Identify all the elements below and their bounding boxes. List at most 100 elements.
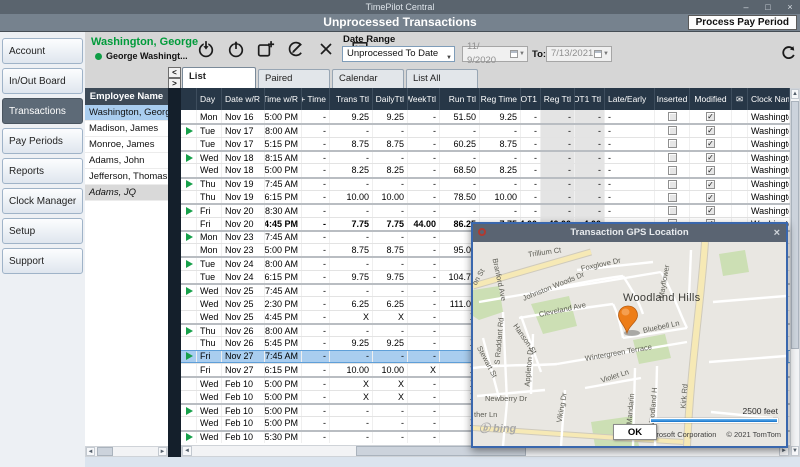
col-header-weekttl[interactable]: WeekTtl <box>408 88 440 110</box>
col-header-modified[interactable]: Modified <box>690 88 732 110</box>
col-header-late-early[interactable]: Late/Early <box>605 88 655 110</box>
sidebar-item-setup[interactable]: Setup <box>2 218 83 244</box>
transaction-row[interactable]: WedNov 188:15 AM----------✓Washington <box>181 150 790 163</box>
ok-button[interactable]: OK <box>613 424 657 440</box>
cell-date: Nov 23 <box>222 232 265 243</box>
transaction-row[interactable]: ThuNov 197:45 AM----------✓Washington <box>181 177 790 190</box>
delete-transaction-icon[interactable] <box>315 38 337 60</box>
tab-calendar[interactable]: Calendar <box>332 69 404 88</box>
col-header-time[interactable]: + Time <box>302 88 330 110</box>
inserted-checkbox[interactable] <box>668 206 677 215</box>
transaction-row[interactable]: ThuNov 196:15 PM-10.0010.00-78.5010.00--… <box>181 190 790 203</box>
modified-checkbox[interactable]: ✓ <box>706 112 715 121</box>
col-header-time-w-r[interactable]: Time w/R <box>265 88 302 110</box>
transaction-row[interactable]: TueNov 178:00 AM----------✓Washington <box>181 123 790 136</box>
cell-ot1ttl: - <box>575 191 605 203</box>
modified-checkbox[interactable]: ✓ <box>706 126 715 135</box>
inserted-checkbox[interactable] <box>668 166 677 175</box>
modified-checkbox[interactable]: ✓ <box>706 180 715 189</box>
tab-list[interactable]: List <box>182 67 256 88</box>
col-header-run-ttl[interactable]: Run Ttl <box>440 88 480 110</box>
cell-ot1ttl: - <box>575 152 605 163</box>
employee-row[interactable]: Washington, George <box>85 105 168 121</box>
collapse-panel-button[interactable]: < <box>168 67 181 78</box>
cell-clock: Washington <box>748 164 790 176</box>
col-header-date-w-r[interactable]: Date w/R <box>222 88 265 110</box>
cell-late: - <box>605 152 655 163</box>
scroll-left-icon[interactable]: ◄ <box>86 447 95 456</box>
sidebar-item-account[interactable]: Account <box>2 38 83 64</box>
col-header-marker[interactable] <box>181 88 197 110</box>
modified-checkbox[interactable]: ✓ <box>706 206 715 215</box>
tab-strip: ListPairedCalendarList All <box>182 66 480 88</box>
date-range-select[interactable]: Unprocessed To Date ▼ <box>342 46 455 62</box>
col-header-dailyttl[interactable]: DailyTtl <box>373 88 408 110</box>
modified-checkbox[interactable]: ✓ <box>706 153 715 162</box>
sidebar-item-reports[interactable]: Reports <box>2 158 83 184</box>
close-icon[interactable]: × <box>784 0 796 14</box>
employee-row[interactable]: Monroe, James <box>85 137 168 153</box>
gps-location-dialog: Transaction GPS Location × <box>471 222 788 448</box>
refresh-icon[interactable] <box>778 43 798 63</box>
date-to-field[interactable]: 7/13/2021 ▼ <box>546 46 612 62</box>
restore-icon[interactable]: □ <box>762 0 774 14</box>
tab-paired[interactable]: Paired <box>258 69 330 88</box>
edit-transaction-icon[interactable] <box>285 38 307 60</box>
employee-row[interactable]: Adams, John <box>85 153 168 169</box>
col-header-day[interactable]: Day <box>197 88 222 110</box>
col-header-clock-name[interactable]: Clock Name <box>748 88 790 110</box>
cell-day: Tue <box>197 258 222 269</box>
scrollbar-thumb[interactable] <box>97 447 113 456</box>
inserted-checkbox[interactable] <box>668 153 677 162</box>
transaction-row[interactable]: FriNov 208:30 AM----------✓Washington <box>181 203 790 216</box>
close-icon[interactable]: × <box>774 224 780 242</box>
clock-in-icon[interactable] <box>195 38 217 60</box>
chevron-down-icon: ▼ <box>519 47 525 61</box>
transaction-row[interactable]: WedNov 185:00 PM-8.258.25-68.508.25----✓… <box>181 163 790 176</box>
transaction-row[interactable]: MonNov 165:00 PM-9.259.25-51.509.25----✓… <box>181 110 790 123</box>
modified-checkbox[interactable]: ✓ <box>706 193 715 202</box>
col-header-reg-time[interactable]: Reg Time <box>480 88 521 110</box>
col-header-ot1[interactable]: OT1 <box>521 88 541 110</box>
scroll-left-icon[interactable]: ◄ <box>182 446 192 456</box>
col-header-reg-ttl[interactable]: Reg Ttl <box>541 88 575 110</box>
inserted-checkbox[interactable] <box>668 126 677 135</box>
table-vertical-scrollbar[interactable]: ▲ ▼ <box>790 88 800 457</box>
cell-daily: - <box>373 417 408 429</box>
scroll-down-icon[interactable]: ▼ <box>791 446 799 456</box>
tab-list-all[interactable]: List All <box>406 69 478 88</box>
sidebar-item-clock-manager[interactable]: Clock Manager <box>2 188 83 214</box>
employee-row[interactable]: Adams, JQ <box>85 185 168 201</box>
col-header-trans-ttl[interactable]: Trans Ttl <box>330 88 373 110</box>
panel-divider <box>168 88 181 457</box>
cell-trans: 8.75 <box>330 244 373 256</box>
sidebar-item-in-out-board[interactable]: In/Out Board <box>2 68 83 94</box>
cell-late: - <box>605 191 655 203</box>
inserted-checkbox[interactable] <box>668 139 677 148</box>
process-pay-period-button[interactable]: Process Pay Period <box>688 15 797 30</box>
inserted-checkbox[interactable] <box>668 193 677 202</box>
scrollbar-thumb[interactable] <box>791 101 799 349</box>
inserted-checkbox[interactable] <box>668 180 677 189</box>
cell-date: Nov 23 <box>222 244 265 256</box>
insert-transaction-icon[interactable] <box>255 38 277 60</box>
envelope-icon[interactable]: ✉ <box>732 88 748 110</box>
date-from-field[interactable]: 11/ 9/2020 ▼ <box>462 46 528 62</box>
minimize-icon[interactable]: – <box>740 0 752 14</box>
clock-out-icon[interactable] <box>225 38 247 60</box>
employee-horizontal-scrollbar[interactable]: ◄ ► <box>85 446 168 457</box>
transaction-row[interactable]: TueNov 175:15 PM-8.758.75-60.258.75----✓… <box>181 137 790 150</box>
inserted-checkbox[interactable] <box>668 112 677 121</box>
map-canvas[interactable]: on StBranford AveTrillium CtMayflowerFox… <box>473 242 786 446</box>
col-header-inserted[interactable]: Inserted <box>655 88 690 110</box>
col-header-ot1-ttl[interactable]: OT1 Ttl <box>575 88 605 110</box>
employee-row[interactable]: Jefferson, Thomas <box>85 169 168 185</box>
scroll-right-icon[interactable]: ► <box>158 447 167 456</box>
sidebar-item-pay-periods[interactable]: Pay Periods <box>2 128 83 154</box>
employee-row[interactable]: Madison, James <box>85 121 168 137</box>
modified-checkbox[interactable]: ✓ <box>706 139 715 148</box>
sidebar-item-transactions[interactable]: Transactions <box>2 98 83 124</box>
scroll-up-icon[interactable]: ▲ <box>791 89 799 99</box>
sidebar-item-support[interactable]: Support <box>2 248 83 274</box>
modified-checkbox[interactable]: ✓ <box>706 166 715 175</box>
